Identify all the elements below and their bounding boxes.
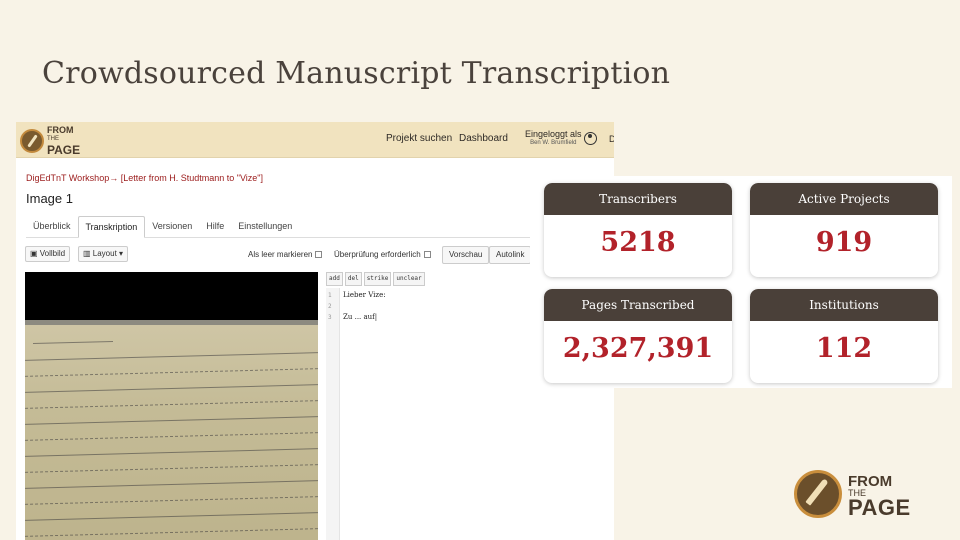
handwriting-line	[25, 448, 318, 457]
breadcrumb-collection[interactable]: DigEdTnT Workshop	[26, 173, 109, 183]
handwriting-line	[25, 512, 318, 521]
handwriting-line	[25, 496, 318, 505]
layout-button[interactable]: ▥ Layout ▾	[78, 246, 129, 262]
breadcrumb-separator: →	[109, 173, 119, 183]
handwriting-line	[25, 368, 318, 377]
login-label: Eingeloggt als	[525, 129, 582, 139]
stat-label: Pages Transcribed	[544, 289, 732, 321]
stat-card-pages-transcribed: Pages Transcribed 2,327,391	[544, 289, 732, 383]
autolink-button[interactable]: Autolink	[489, 246, 532, 264]
app-screenshot: FROM THE PAGE Projekt suchen Dashboard E…	[16, 122, 614, 540]
handwriting-line	[25, 480, 318, 489]
handwriting-line	[25, 432, 318, 441]
layout-label: Layout	[92, 249, 117, 258]
needs-review-checkbox[interactable]	[423, 251, 431, 258]
tab-transcription[interactable]: Transkription	[77, 216, 146, 238]
stat-value: 2,327,391	[562, 333, 714, 364]
nav-dashboard[interactable]: Dashboard	[459, 133, 508, 144]
line-number: 2	[328, 303, 332, 310]
tab-overview[interactable]: Überblick	[26, 216, 78, 238]
stat-card-transcribers: Transcribers 5218	[544, 183, 732, 277]
tab-versions[interactable]: Versionen	[145, 216, 199, 238]
line-number: 3	[328, 314, 332, 321]
stat-value: 112	[815, 333, 873, 364]
stat-value: 919	[815, 227, 873, 258]
fullscreen-button[interactable]: ▣ Vollbild	[25, 246, 71, 262]
stat-label: Active Projects	[750, 183, 938, 215]
handwriting-line	[25, 416, 318, 425]
stat-label: Transcribers	[544, 183, 732, 215]
breadcrumb: DigEdTnT Workshop→ [Letter from H. Studt…	[26, 173, 263, 183]
line-number-gutter: 1 2 3	[326, 288, 340, 540]
breadcrumb-work[interactable]: [Letter from H. Studtmann to "Vize"]	[121, 173, 263, 183]
slide-title: Crowdsourced Manuscript Transcription	[42, 56, 671, 91]
chevron-down-icon: ▾	[119, 249, 124, 258]
login-status[interactable]: Eingeloggt als Ben W. Brumfield	[525, 129, 582, 146]
needs-review-label: Überprüfung erforderlich	[334, 250, 421, 259]
user-avatar-icon[interactable]	[584, 132, 597, 145]
logo-from: FROM	[47, 125, 74, 135]
handwriting-line	[33, 340, 113, 345]
handwriting-line	[25, 464, 318, 473]
fromthepage-logo[interactable]: FROM THE PAGE	[20, 126, 80, 156]
manuscript-image-viewer[interactable]	[25, 272, 318, 540]
editor-line[interactable]: Zu ... auf|	[343, 313, 377, 321]
tab-settings[interactable]: Einstellungen	[231, 216, 299, 238]
preview-button[interactable]: Vorschau	[442, 246, 490, 264]
tag-strike-button[interactable]: strike	[363, 272, 392, 286]
stat-card-active-projects: Active Projects 919	[750, 183, 938, 277]
handwriting-line	[25, 528, 318, 537]
tag-add-button[interactable]: add	[326, 272, 343, 286]
language-selector[interactable]: DE	[609, 134, 614, 144]
tab-help[interactable]: Hilfe	[199, 216, 231, 238]
handwriting-line	[25, 400, 318, 409]
page-tabs: Überblick Transkription Versionen Hilfe …	[26, 216, 614, 238]
login-user: Ben W. Brumfield	[530, 140, 577, 146]
stat-card-institutions: Institutions 112	[750, 289, 938, 383]
line-number: 1	[328, 292, 332, 299]
handwriting-line	[25, 384, 318, 393]
logo-page: PAGE	[47, 143, 81, 157]
tag-del-button[interactable]: del	[344, 272, 362, 286]
logo-page: PAGE	[848, 495, 911, 520]
mark-blank-label: Als leer markieren	[248, 250, 313, 259]
needs-review-control[interactable]: Überprüfung erforderlich	[334, 250, 431, 259]
stat-value: 5218	[600, 227, 676, 258]
editor-line[interactable]: Lieber Vize:	[343, 291, 386, 299]
statistics-panel: Transcribers 5218 Active Projects 919 Pa…	[530, 176, 952, 388]
tag-unclear-button[interactable]: unclear	[393, 272, 425, 286]
markup-toolbar: add del strike unclear	[326, 272, 425, 286]
page-title: Image 1	[26, 191, 73, 206]
manuscript-page-image	[25, 320, 318, 540]
handwriting-line	[25, 352, 318, 361]
mark-blank-checkbox[interactable]	[315, 251, 323, 258]
fullscreen-label: Vollbild	[39, 249, 66, 258]
app-header: FROM THE PAGE Projekt suchen Dashboard E…	[16, 122, 614, 158]
mark-blank-control[interactable]: Als leer markieren	[248, 250, 323, 259]
stat-label: Institutions	[750, 289, 938, 321]
pen-nib-icon	[20, 129, 44, 153]
nav-project-search[interactable]: Projekt suchen	[386, 133, 452, 144]
